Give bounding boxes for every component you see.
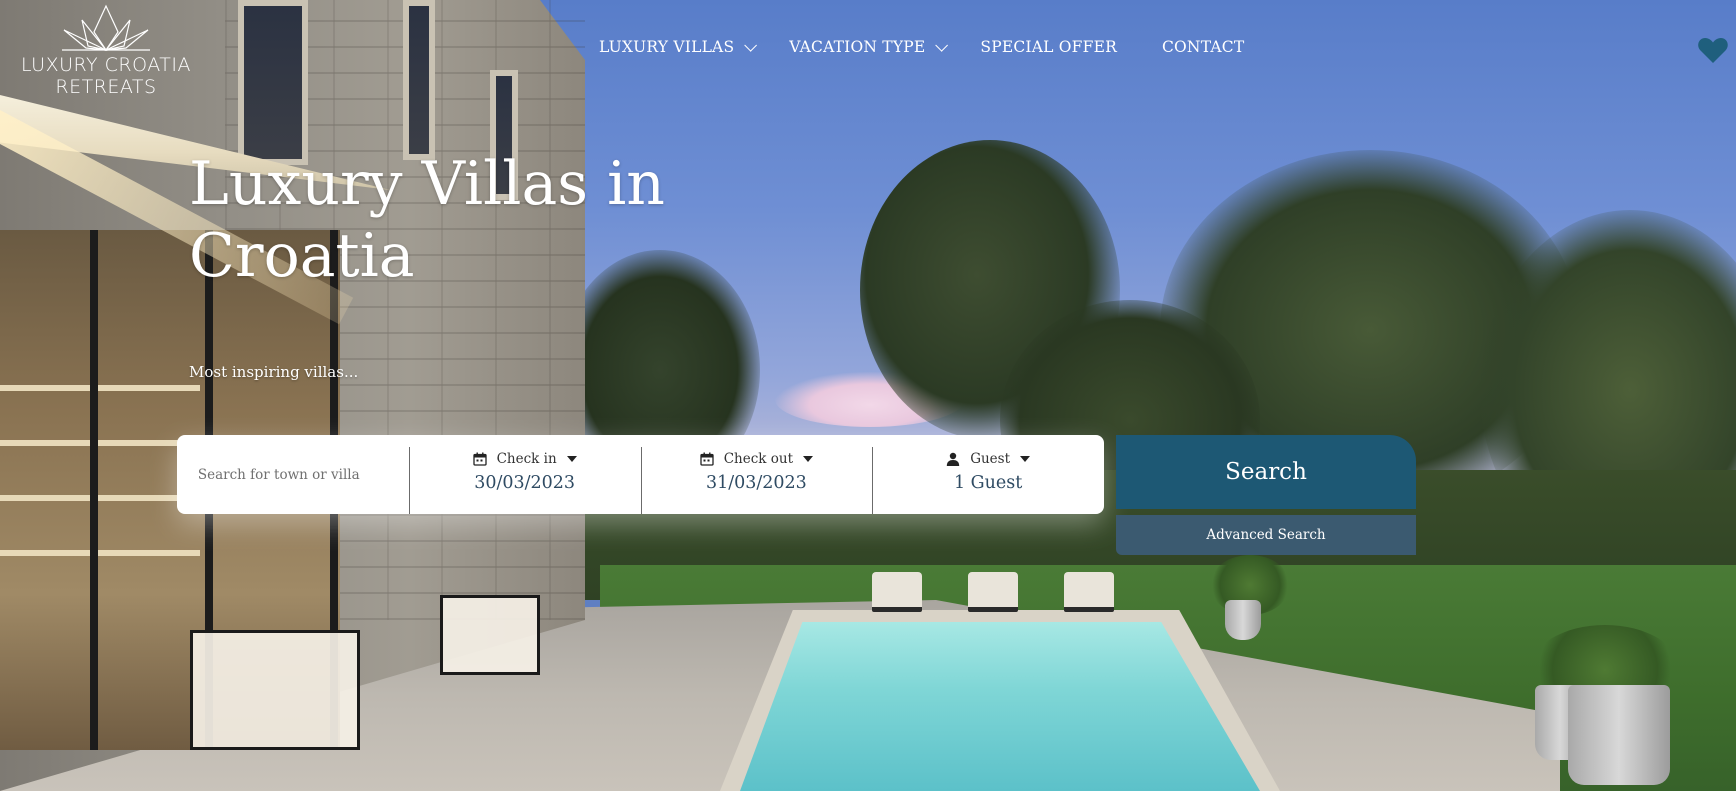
- check-out-field[interactable]: Check out 31/03/2023: [640, 435, 873, 514]
- check-out-label: Check out: [723, 450, 794, 467]
- check-in-field[interactable]: Check in 30/03/2023: [408, 435, 641, 514]
- window-frame: [90, 230, 98, 750]
- caret-down-icon: [1020, 455, 1031, 462]
- nav-contact[interactable]: CONTACT: [1162, 38, 1244, 56]
- sun-lounger: [968, 572, 1018, 612]
- nav-luxury-villas-label: LUXURY VILLAS: [599, 38, 735, 56]
- search-bar: Check in 30/03/2023 Check out 31/03/2023…: [177, 435, 1104, 514]
- sun-lounger: [1064, 572, 1114, 612]
- logo-text-line2: RETREATS: [55, 76, 157, 98]
- guest-label: Guest: [970, 450, 1011, 467]
- shelf: [0, 440, 200, 446]
- nav-luxury-villas[interactable]: LUXURY VILLAS: [599, 38, 758, 56]
- chevron-down-icon: [744, 38, 758, 52]
- hero-background: [0, 0, 1736, 791]
- window: [403, 0, 435, 160]
- logo[interactable]: LUXURY CROATIA RETREATS: [16, 2, 196, 102]
- guest-label-row: Guest: [946, 450, 1031, 467]
- patio-chair: [190, 630, 360, 750]
- nav-vacation-type-label: VACATION TYPE: [789, 38, 926, 56]
- planter: [1568, 685, 1670, 785]
- nav-special-offer-label: SPECIAL OFFER: [980, 38, 1117, 56]
- guest-value: 1 Guest: [953, 472, 1023, 493]
- hero-title: Luxury Villas in Croatia: [189, 149, 665, 291]
- advanced-search-button[interactable]: Advanced Search: [1116, 515, 1416, 555]
- calendar-icon: [700, 452, 714, 466]
- guest-field[interactable]: Guest 1 Guest: [872, 435, 1104, 514]
- check-out-label-row: Check out: [700, 450, 814, 467]
- nav-contact-label: CONTACT: [1161, 38, 1245, 56]
- calendar-icon: [472, 452, 487, 466]
- check-in-label: Check in: [496, 450, 557, 467]
- caret-down-icon: [803, 455, 814, 462]
- shelf: [0, 385, 200, 391]
- heart-icon[interactable]: [1697, 34, 1729, 66]
- user-icon: [947, 452, 960, 466]
- chevron-down-icon: [935, 38, 949, 52]
- nav-vacation-type[interactable]: VACATION TYPE: [789, 38, 949, 56]
- check-in-value: 30/03/2023: [474, 472, 576, 493]
- window: [238, 0, 308, 165]
- check-in-label-row: Check in: [472, 450, 577, 467]
- destination-field[interactable]: [177, 435, 409, 514]
- shelf: [0, 550, 200, 556]
- hero-subtitle: Most inspiring villas...: [189, 363, 359, 381]
- destination-search-input[interactable]: [197, 466, 388, 483]
- shelf: [0, 495, 200, 501]
- main-nav: LUXURY VILLAS VACATION TYPE SPECIAL OFFE…: [599, 38, 1244, 56]
- check-out-value: 31/03/2023: [705, 472, 807, 493]
- search-button[interactable]: Search: [1116, 435, 1416, 509]
- nav-special-offer[interactable]: SPECIAL OFFER: [980, 38, 1117, 56]
- caret-down-icon: [566, 455, 577, 462]
- logo-text-line1: LUXURY CROATIA: [21, 54, 191, 76]
- lotus-logo-icon: [62, 4, 150, 52]
- sun-lounger: [872, 572, 922, 612]
- planter: [1225, 600, 1261, 640]
- patio-chair: [440, 595, 540, 675]
